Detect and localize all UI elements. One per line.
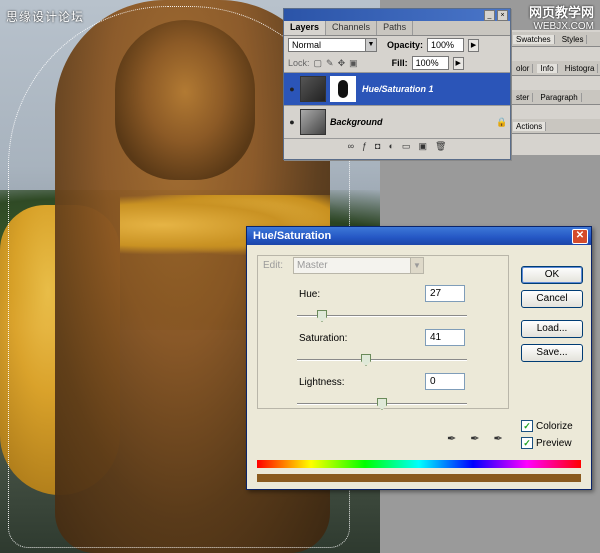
- background-thumbnail: [300, 109, 326, 135]
- adjustment-layer-thumbnail: [300, 76, 326, 102]
- edit-select[interactable]: Master ▼: [293, 257, 424, 274]
- close-icon[interactable]: ✕: [572, 229, 588, 244]
- lightness-input[interactable]: 0: [425, 373, 465, 390]
- saturation-slider-track[interactable]: [297, 359, 467, 361]
- preview-checkbox[interactable]: ✓ Preview: [521, 437, 572, 449]
- lock-row: Lock: ▢ ✎ ✥ ▣ Fill: 100% ▶: [284, 54, 510, 72]
- edit-select-value: Master: [297, 260, 328, 271]
- source-spectrum-bar: [257, 460, 581, 468]
- colorize-checkbox[interactable]: ✓ Colorize: [521, 420, 573, 432]
- tab-paragraph[interactable]: Paragraph: [537, 92, 582, 102]
- saturation-label: Saturation:: [299, 333, 348, 344]
- hue-input[interactable]: 27: [425, 285, 465, 302]
- side-tabrow-3: ster Paragraph: [509, 90, 600, 105]
- trash-icon[interactable]: 🗑: [435, 141, 446, 152]
- fill-slider-button[interactable]: ▶: [452, 56, 464, 70]
- hue-saturation-dialog: Hue/Saturation ✕ Edit: Master ▼ Hue: 27 …: [246, 226, 592, 490]
- chevron-down-icon: ▼: [410, 258, 423, 273]
- chevron-down-icon: ▼: [365, 39, 376, 51]
- lock-move-icon[interactable]: ✥: [338, 58, 346, 69]
- opacity-label: Opacity:: [387, 40, 424, 50]
- fill-label: Fill:: [391, 58, 408, 68]
- preview-label: Preview: [536, 437, 572, 449]
- new-group-icon[interactable]: ▭: [402, 141, 411, 152]
- save-button[interactable]: Save...: [521, 344, 583, 362]
- tab-paths[interactable]: Paths: [377, 21, 414, 35]
- side-tabrow-2: olor Info Histogra: [509, 61, 600, 76]
- lightness-label: Lightness:: [299, 377, 345, 388]
- watermark-left: 思缘设计论坛: [6, 10, 85, 24]
- tab-styles[interactable]: Styles: [559, 34, 588, 44]
- lock-brush-icon[interactable]: ✎: [326, 58, 334, 69]
- tab-color[interactable]: olor: [513, 63, 534, 73]
- fill-input[interactable]: 100%: [411, 56, 449, 70]
- tab-character[interactable]: ster: [513, 92, 534, 102]
- add-mask-icon[interactable]: ◘: [375, 141, 380, 151]
- side-panels: Swatches Styles olor Info Histogra ster …: [509, 30, 600, 155]
- load-button[interactable]: Load...: [521, 320, 583, 338]
- layers-footer: ∞ ƒ ◘ ◐ ▭ ▣ 🗑: [284, 138, 510, 153]
- ok-button[interactable]: OK: [521, 266, 583, 284]
- eyedropper-icon[interactable]: ✒: [447, 432, 456, 445]
- layer-style-icon[interactable]: ƒ: [362, 141, 367, 151]
- cancel-button[interactable]: Cancel: [521, 290, 583, 308]
- adjustment-group: [257, 255, 509, 409]
- checkmark-icon: ✓: [521, 437, 533, 449]
- visibility-eye-icon[interactable]: ●: [284, 117, 300, 127]
- hue-label: Hue:: [299, 289, 321, 300]
- tab-histogram[interactable]: Histogra: [562, 63, 599, 73]
- eyedropper-minus-icon[interactable]: ✒: [493, 432, 502, 445]
- visibility-eye-icon[interactable]: ●: [284, 84, 300, 94]
- link-icon[interactable]: ∞: [348, 141, 354, 151]
- lock-transparency-icon[interactable]: ▢: [314, 58, 323, 69]
- saturation-input[interactable]: 41: [425, 329, 465, 346]
- checkmark-icon: ✓: [521, 420, 533, 432]
- layers-tabs: Layers Channels Paths: [284, 21, 510, 36]
- tab-layers[interactable]: Layers: [284, 21, 327, 35]
- layer-row-background[interactable]: ● Background 🔒: [284, 105, 510, 138]
- side-tabrow-1: Swatches Styles: [509, 32, 600, 47]
- layers-titlebar[interactable]: _ ×: [284, 9, 510, 21]
- tab-channels[interactable]: Channels: [326, 21, 378, 35]
- eyedropper-plus-icon[interactable]: ✒: [470, 432, 479, 445]
- blend-mode-select[interactable]: Normal ▼: [288, 38, 377, 52]
- layer-name: Hue/Saturation 1: [362, 84, 434, 94]
- edit-label: Edit:: [263, 260, 284, 271]
- colorize-label: Colorize: [536, 420, 573, 432]
- close-icon[interactable]: ×: [497, 10, 508, 21]
- blend-row: Normal ▼ Opacity: 100% ▶: [284, 36, 510, 54]
- side-tabrow-4: Actions: [509, 119, 600, 134]
- adjustment-layer-icon[interactable]: ◐: [388, 141, 393, 151]
- new-layer-icon[interactable]: ▣: [418, 141, 427, 152]
- layer-mask-thumbnail[interactable]: [330, 76, 356, 102]
- layers-panel: _ × Layers Channels Paths Normal ▼ Opaci…: [283, 8, 511, 160]
- dialog-titlebar[interactable]: Hue/Saturation ✕: [247, 227, 591, 245]
- tab-actions[interactable]: Actions: [513, 121, 547, 131]
- layer-row-hue-saturation[interactable]: ● Hue/Saturation 1: [284, 72, 510, 105]
- minimize-icon[interactable]: _: [484, 10, 495, 21]
- opacity-slider-button[interactable]: ▶: [468, 38, 480, 52]
- eyedropper-tools: ✒ ✒ ✒: [447, 432, 503, 445]
- lock-all-icon[interactable]: ▣: [349, 58, 358, 69]
- layer-name: Background: [330, 117, 383, 127]
- tab-swatches[interactable]: Swatches: [513, 34, 555, 44]
- tab-info[interactable]: Info: [537, 63, 558, 73]
- blend-mode-value: Normal: [292, 40, 322, 50]
- opacity-input[interactable]: 100%: [427, 38, 465, 52]
- lock-icons: ▢ ✎ ✥ ▣: [314, 58, 358, 69]
- lock-label: Lock:: [288, 58, 310, 68]
- watermark-right-text: 网页教学网: [528, 5, 594, 20]
- lock-icon: 🔒: [496, 116, 508, 127]
- result-spectrum-bar: [257, 474, 581, 482]
- dialog-title: Hue/Saturation: [253, 230, 332, 242]
